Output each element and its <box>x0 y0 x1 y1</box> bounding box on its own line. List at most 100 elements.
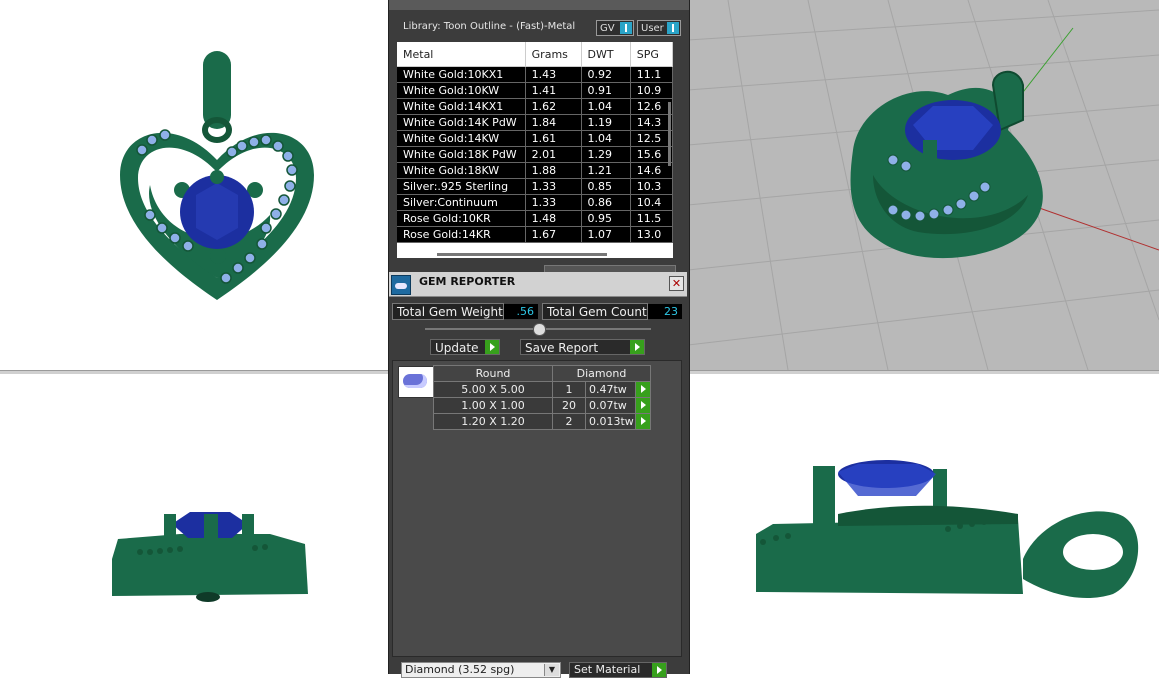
gem-count: 1 <box>552 381 586 398</box>
cell-dwt: 0.95 <box>581 210 631 227</box>
table-row[interactable]: 1.00 X 1.00 20 0.07tw <box>433 397 651 414</box>
total-gem-weight-label: Total Gem Weight <box>392 303 504 320</box>
gem-size: 1.00 X 1.00 <box>433 397 553 414</box>
set-material-button[interactable]: Set Material <box>569 662 667 678</box>
column-grams[interactable]: Grams <box>525 42 582 67</box>
table-row[interactable]: Silver:.925 Sterling 1.33 0.85 10.3 <box>397 178 673 195</box>
gem-weight: 0.47tw <box>585 381 636 398</box>
cell-dwt: 1.21 <box>581 162 631 179</box>
chevron-down-icon: ▼ <box>544 664 559 676</box>
gem-size: 5.00 X 5.00 <box>433 381 553 398</box>
cell-dwt: 0.92 <box>581 66 631 83</box>
slider-knob[interactable] <box>533 323 546 336</box>
gem-material-header: Diamond <box>552 365 651 382</box>
table-vertical-scrollbar[interactable] <box>668 102 671 166</box>
row-play-icon[interactable] <box>635 413 651 430</box>
round-gem-icon[interactable] <box>398 366 434 398</box>
cell-spg: 11.5 <box>630 210 673 227</box>
total-gem-weight-value: .56 <box>504 304 538 319</box>
column-spg[interactable]: SPG <box>630 42 673 67</box>
table-row[interactable]: Silver:Continuum 1.33 0.86 10.4 <box>397 194 673 211</box>
table-row[interactable]: White Gold:10KX1 1.43 0.92 11.1 <box>397 66 673 83</box>
cell-dwt: 0.85 <box>581 178 631 195</box>
cell-grams: 1.33 <box>525 194 582 211</box>
cell-metal: White Gold:18K PdW <box>397 146 526 163</box>
viewport-right[interactable] <box>688 374 1159 674</box>
user-toggle[interactable]: User <box>637 20 681 36</box>
library-title: Library: Toon Outline - (Fast)-Metal <box>403 21 576 32</box>
row-play-icon[interactable] <box>635 397 651 414</box>
play-icon <box>652 663 666 677</box>
cell-spg: 14.6 <box>630 162 673 179</box>
table-row[interactable]: White Gold:14K PdW 1.84 1.19 14.3 <box>397 114 673 131</box>
material-select-value: Diamond (3.52 spg) <box>405 663 515 676</box>
gv-switch-icon <box>620 22 632 34</box>
save-report-button[interactable]: Save Report <box>520 339 645 355</box>
cell-spg: 13.0 <box>630 226 673 243</box>
total-gem-count-value: 23 <box>648 304 682 319</box>
play-icon <box>630 340 644 354</box>
gem-shape-header: Round <box>433 365 553 382</box>
cell-spg: 11.1 <box>630 66 673 83</box>
gem-reporter-title: GEM REPORTER <box>419 275 516 288</box>
column-dwt[interactable]: DWT <box>581 42 631 67</box>
set-material-label: Set Material <box>574 663 641 676</box>
cell-grams: 1.88 <box>525 162 582 179</box>
cell-dwt: 0.86 <box>581 194 631 211</box>
viewport-top[interactable] <box>0 0 388 370</box>
cell-grams: 1.33 <box>525 178 582 195</box>
table-row[interactable]: White Gold:14KX1 1.62 1.04 12.6 <box>397 98 673 115</box>
gv-toggle[interactable]: GV <box>596 20 634 36</box>
cell-spg: 12.6 <box>630 98 673 115</box>
cell-metal: White Gold:18KW <box>397 162 526 179</box>
cell-spg: 14.3 <box>630 114 673 131</box>
gem-weight: 0.013tw <box>585 413 636 430</box>
cell-metal: Rose Gold:10KR <box>397 210 526 227</box>
cell-spg: 12.5 <box>630 130 673 147</box>
table-row[interactable]: White Gold:18KW 1.88 1.21 14.6 <box>397 162 673 179</box>
viewport-front[interactable] <box>0 374 388 674</box>
viewport-perspective[interactable] <box>688 0 1159 370</box>
cell-grams: 1.84 <box>525 114 582 131</box>
material-select[interactable]: Diamond (3.52 spg) ▼ <box>401 662 561 678</box>
close-icon[interactable]: ✕ <box>669 276 684 291</box>
table-row[interactable]: White Gold:14KW 1.61 1.04 12.5 <box>397 130 673 147</box>
gem-size: 1.20 X 1.20 <box>433 413 553 430</box>
cell-grams: 1.61 <box>525 130 582 147</box>
table-row[interactable]: Rose Gold:14KR 1.67 1.07 13.0 <box>397 226 673 243</box>
cell-grams: 1.43 <box>525 66 582 83</box>
column-metal[interactable]: Metal <box>397 42 526 67</box>
cell-dwt: 1.19 <box>581 114 631 131</box>
table-row[interactable]: 1.20 X 1.20 2 0.013tw <box>433 413 651 430</box>
cell-metal: White Gold:14KW <box>397 130 526 147</box>
gv-label: GV <box>600 23 615 34</box>
cell-dwt: 1.07 <box>581 226 631 243</box>
gem-reporter-header[interactable]: GEM REPORTER ✕ <box>389 272 687 297</box>
cell-metal: White Gold:10KX1 <box>397 66 526 83</box>
metal-library-panel: Library: Toon Outline - (Fast)-Metal GV … <box>388 0 690 274</box>
cell-metal: Silver:Continuum <box>397 194 526 211</box>
pendant-perspective-view <box>688 0 1159 370</box>
save-report-label: Save Report <box>525 341 599 355</box>
table-row[interactable]: 5.00 X 5.00 1 0.47tw <box>433 381 651 398</box>
cell-grams: 1.62 <box>525 98 582 115</box>
total-gem-count-label: Total Gem Count <box>542 303 648 320</box>
table-row[interactable]: White Gold:10KW 1.41 0.91 10.9 <box>397 82 673 99</box>
table-horizontal-scrollbar[interactable] <box>437 253 607 256</box>
user-label: User <box>641 23 664 34</box>
cell-spg: 10.4 <box>630 194 673 211</box>
play-icon <box>485 340 499 354</box>
table-row[interactable]: Rose Gold:10KR 1.48 0.95 11.5 <box>397 210 673 227</box>
cell-metal: White Gold:10KW <box>397 82 526 99</box>
cell-grams: 1.48 <box>525 210 582 227</box>
pendant-top-view <box>120 51 314 300</box>
cell-spg: 10.3 <box>630 178 673 195</box>
cell-spg: 10.9 <box>630 82 673 99</box>
metal-table: Metal Grams DWT SPG White Gold:10KX1 1.43… <box>397 42 673 258</box>
table-row[interactable]: White Gold:18K PdW 2.01 1.29 15.6 <box>397 146 673 163</box>
cell-grams: 1.67 <box>525 226 582 243</box>
update-button[interactable]: Update <box>430 339 500 355</box>
row-play-icon[interactable] <box>635 381 651 398</box>
library-title-strip[interactable] <box>389 0 689 10</box>
cell-dwt: 0.91 <box>581 82 631 99</box>
